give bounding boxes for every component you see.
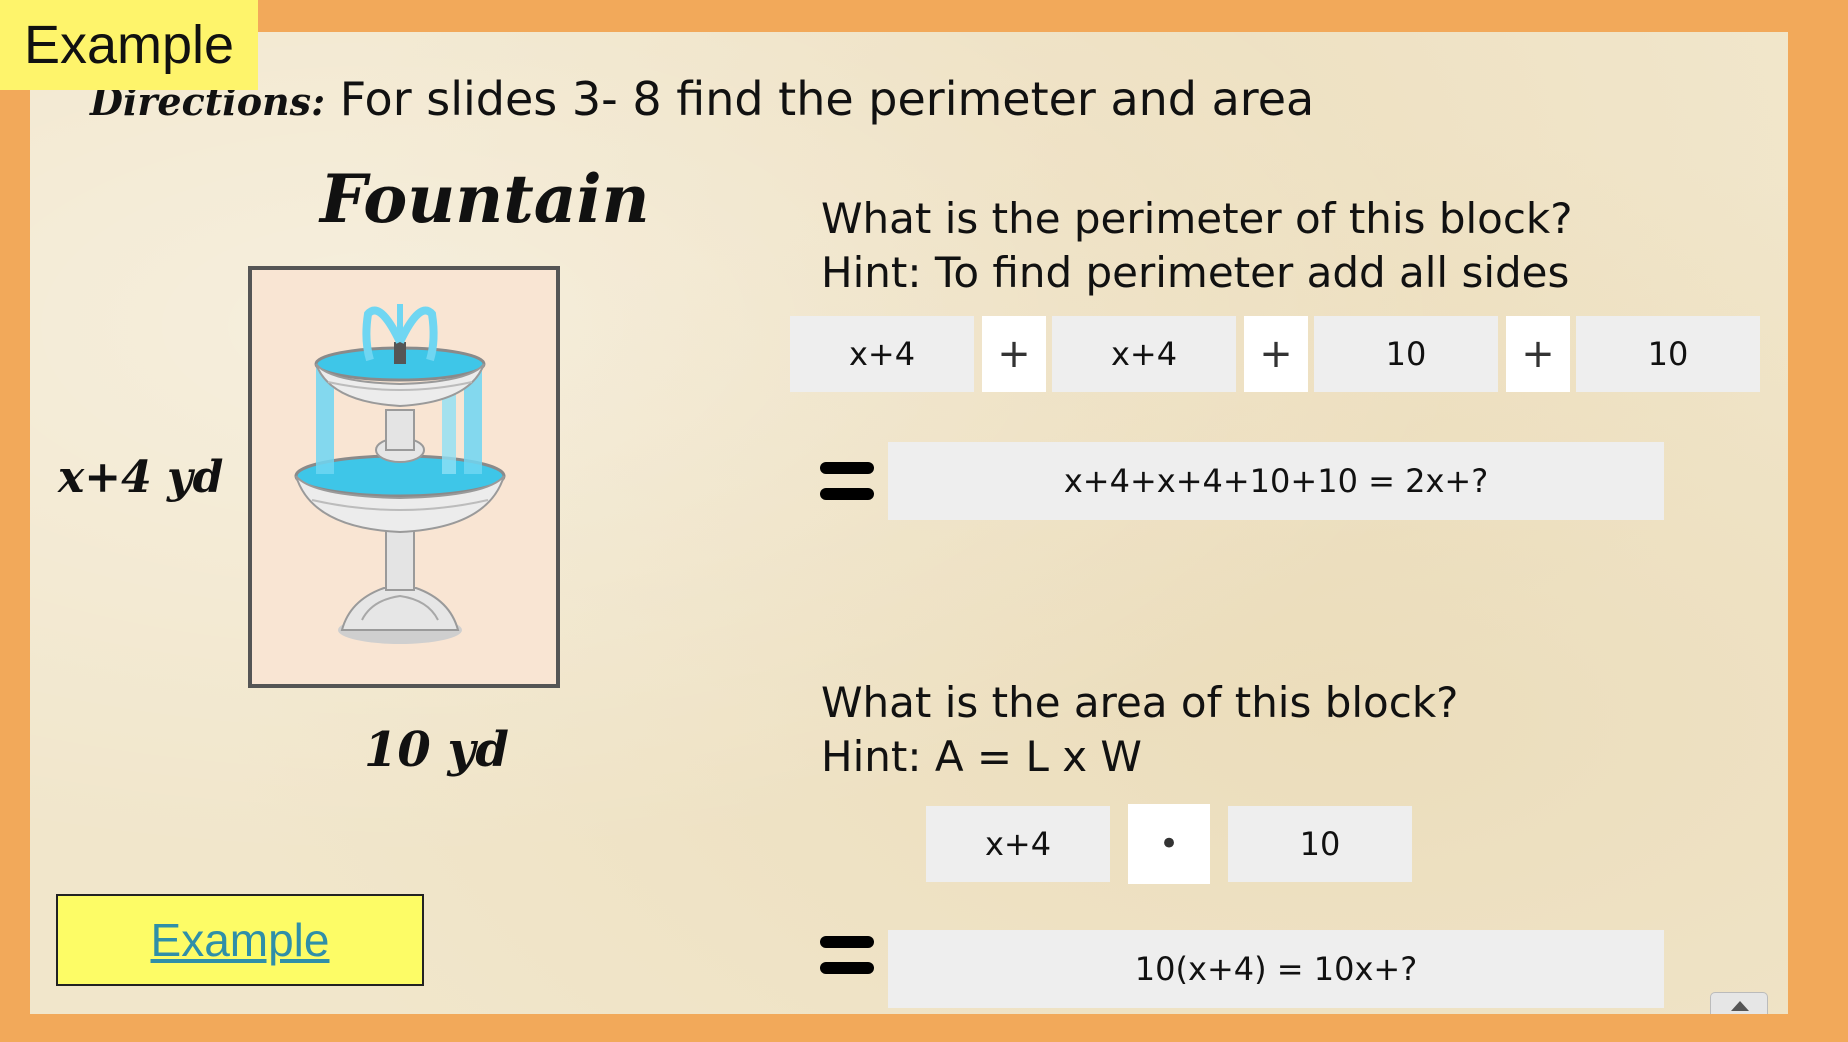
fountain-image-frame [248, 266, 560, 688]
directions-text: For slides 3- 8 find the perimeter and a… [325, 72, 1315, 126]
multiply-dot: • [1128, 804, 1210, 884]
perimeter-term-box[interactable]: x+4 [1052, 316, 1236, 392]
slide: Directions: For slides 3- 8 find the per… [30, 32, 1788, 1014]
example-link[interactable]: Example [151, 913, 330, 967]
area-question: What is the area of this block? [821, 678, 1459, 727]
perimeter-question: What is the perimeter of this block? [821, 194, 1573, 243]
example-badge: Example [0, 0, 258, 90]
figure-title: Fountain [320, 160, 650, 238]
directions: Directions: For slides 3- 8 find the per… [90, 72, 1314, 126]
plus-sign: + [1244, 316, 1308, 392]
perimeter-question-block: What is the perimeter of this block? Hin… [821, 192, 1573, 300]
fountain-icon [294, 304, 506, 644]
area-length-box[interactable]: x+4 [926, 806, 1110, 882]
plus-sign: + [1506, 316, 1570, 392]
perimeter-term-box[interactable]: x+4 [790, 316, 974, 392]
area-result-box[interactable]: 10(x+4) = 10x+? [888, 930, 1664, 1008]
example-button[interactable]: Example [56, 894, 424, 986]
area-question-block: What is the area of this block? Hint: A … [821, 676, 1458, 784]
side-length-label: x+4 yd [58, 452, 224, 503]
perimeter-term-box[interactable]: 10 [1314, 316, 1498, 392]
equals-sign [820, 934, 874, 976]
perimeter-hint: Hint: To find perimeter add all sides [821, 248, 1570, 297]
area-hint: Hint: A = L x W [821, 732, 1142, 781]
bottom-length-label: 10 yd [364, 722, 509, 778]
scroll-up-icon[interactable] [1710, 992, 1768, 1014]
equals-sign [820, 460, 874, 502]
perimeter-term-box[interactable]: 10 [1576, 316, 1760, 392]
area-width-box[interactable]: 10 [1228, 806, 1412, 882]
plus-sign: + [982, 316, 1046, 392]
perimeter-result-box[interactable]: x+4+x+4+10+10 = 2x+? [888, 442, 1664, 520]
